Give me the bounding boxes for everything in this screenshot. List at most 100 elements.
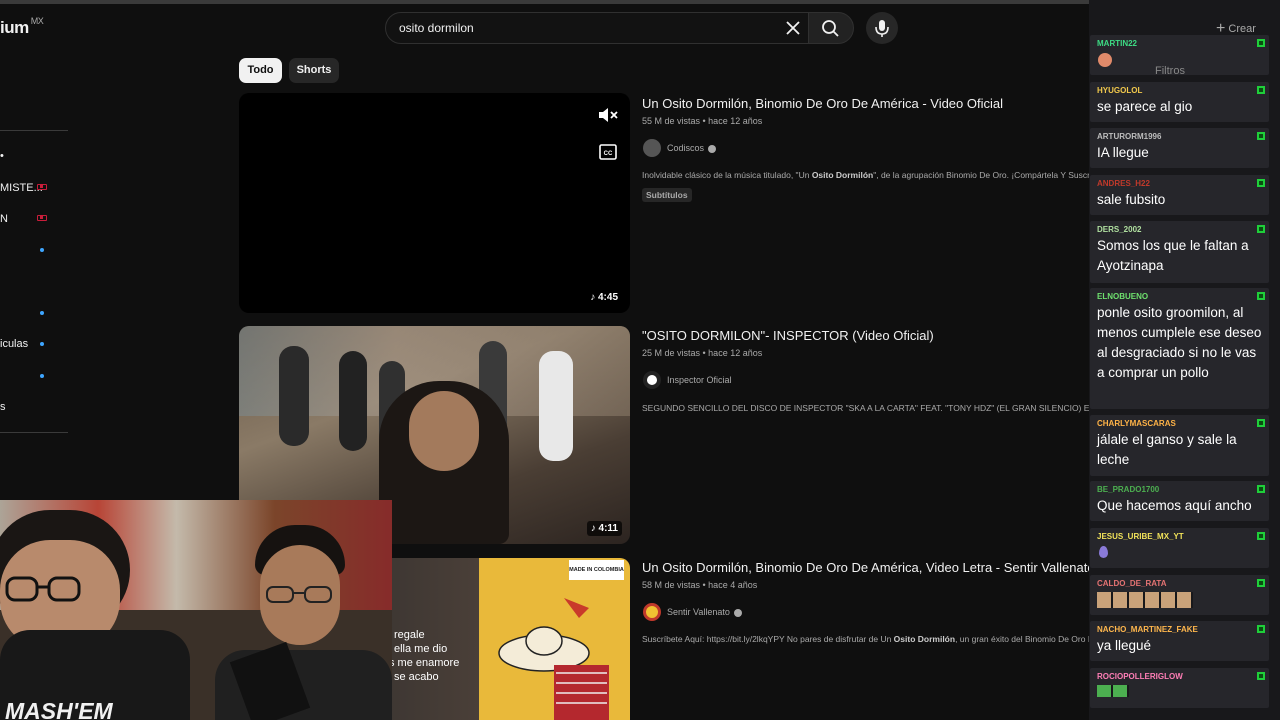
emote-row — [1097, 592, 1193, 608]
channel-name-2[interactable]: Inspector Oficial — [667, 375, 732, 385]
chat-message: ELNOBUENO ponle osito groomilon, al meno… — [1090, 288, 1269, 409]
chat-username: ROCIOPOLLERIGLOW — [1097, 672, 1183, 681]
sidebar-item-channel-3[interactable]: iculas — [0, 338, 28, 350]
video-meta-2: 25 M de vistas • hace 12 años — [642, 348, 763, 358]
channel-avatar[interactable] — [643, 139, 661, 157]
singer-face — [409, 391, 479, 471]
channel-name-1[interactable]: Codiscos — [667, 143, 717, 153]
video-meta-3: 58 M de vistas • hace 4 años — [642, 580, 758, 590]
chat-username: CHARLYMASCARAS — [1097, 419, 1176, 428]
new-content-dot — [40, 248, 44, 252]
chat-message: BE_PRADO1700 Que hacemos aquí ancho — [1090, 481, 1269, 521]
chat-username: ANDRES_H22 — [1097, 179, 1150, 188]
voice-search-button[interactable] — [866, 12, 898, 44]
chat-username: CALDO_DE_RATA — [1097, 579, 1167, 588]
video-description-2: SEGUNDO SENCILLO DEL DISCO DE INSPECTOR … — [642, 403, 1132, 413]
sidebar-divider — [0, 432, 68, 433]
glasses-icon — [266, 586, 332, 603]
chat-text: se parece al gio — [1097, 99, 1193, 114]
chat-message: ROCIOPOLLERIGLOW — [1090, 668, 1269, 708]
chat-message: HYUGOLOL se parece al gio — [1090, 82, 1269, 122]
search-button[interactable] — [808, 12, 854, 44]
chip-shorts[interactable]: Shorts — [289, 58, 339, 83]
video-duration: ♪ 4:45 — [586, 290, 622, 305]
chat-text: Somos los que le faltan a Ayotzinapa — [1097, 238, 1249, 273]
chat-username: JESUS_URIBE_MX_YT — [1097, 532, 1184, 541]
captions-icon[interactable]: CC — [599, 144, 617, 160]
video-title-1[interactable]: Un Osito Dormilón, Binomio De Oro De Amé… — [642, 96, 1003, 111]
webcam-overlay: MASH'EM — [0, 500, 392, 720]
video-description-3: Suscríbete Aquí: https://bit.ly/2lkqYPY … — [642, 634, 1109, 644]
live-icon — [37, 215, 47, 221]
chat-text: IA llegue — [1097, 145, 1149, 160]
channel-name-3[interactable]: Sentir Vallenato — [667, 607, 742, 617]
sidebar-item-channel-2[interactable]: N — [0, 213, 8, 225]
platform-icon — [1257, 225, 1265, 233]
mute-icon[interactable] — [597, 106, 619, 124]
platform-icon — [1257, 579, 1265, 587]
platform-icon — [1257, 179, 1265, 187]
video-description-1: Inolvidable clásico de la música titulad… — [642, 170, 1126, 180]
chat-text: ponle osito groomilon, al menos cumplele… — [1097, 305, 1262, 380]
chat-username: MARTIN22 — [1097, 39, 1138, 48]
verified-icon — [708, 144, 717, 153]
chat-message: CHARLYMASCARAS jálale el ganso y sale la… — [1090, 415, 1269, 476]
new-content-dot — [40, 311, 44, 315]
region-label: MX — [30, 16, 44, 26]
chat-message: JESUS_URIBE_MX_YT — [1090, 528, 1269, 568]
made-in-colombia-badge: MADE IN COLOMBIA — [569, 560, 624, 580]
svg-text:CC: CC — [604, 151, 613, 157]
platform-icon — [1257, 532, 1265, 540]
chat-text: sale fubsito — [1097, 192, 1166, 207]
search-query: osito dormilon — [399, 21, 474, 35]
chat-message: DERS_2002 Somos los que le faltan a Ayot… — [1090, 221, 1269, 283]
sombrero-accordion-art — [498, 598, 609, 720]
platform-icon — [1257, 672, 1265, 680]
search-input[interactable]: osito dormilon — [385, 12, 813, 44]
search-icon — [822, 20, 839, 37]
filters-label: Filtros — [1155, 65, 1185, 77]
emote-icon — [1098, 53, 1112, 67]
platform-icon — [1257, 419, 1265, 427]
subtitles-badge: Subtítulos — [642, 188, 692, 202]
youtube-logo[interactable]: ium MX — [0, 16, 44, 38]
video-title-3[interactable]: Un Osito Dormilón, Binomio De Oro De Amé… — [642, 560, 1095, 575]
chip-all[interactable]: Todo — [239, 58, 282, 83]
chat-message: CALDO_DE_RATA — [1090, 575, 1269, 615]
new-content-dot — [40, 374, 44, 378]
chat-username: BE_PRADO1700 — [1097, 485, 1160, 494]
platform-icon — [1257, 625, 1265, 633]
chat-username: DERS_2002 — [1097, 225, 1142, 234]
platform-icon — [1257, 132, 1265, 140]
video-thumbnail-1[interactable]: CC ♪ 4:45 — [239, 93, 630, 313]
chat-message: ANDRES_H22 sale fubsito — [1090, 175, 1269, 215]
chat-message: NACHO_MARTINEZ_FAKE ya llegué — [1090, 621, 1269, 661]
emote-icon — [1099, 546, 1108, 558]
channel-avatar[interactable] — [643, 371, 661, 389]
video-duration: ♪ 4:11 — [586, 521, 622, 536]
platform-icon — [1257, 86, 1265, 94]
verified-icon — [733, 608, 742, 617]
shirt-text: MASH'EM — [5, 698, 113, 720]
chat-text: jálale el ganso y sale la leche — [1097, 432, 1237, 467]
band-member-figure — [279, 346, 309, 446]
chat-username: ELNOBUENO — [1097, 292, 1149, 301]
channel-avatar[interactable] — [643, 603, 661, 621]
chat-message: ARTURORM1996 IA llegue — [1090, 128, 1269, 168]
chat-username: HYUGOLOL — [1097, 86, 1143, 95]
clear-search-icon[interactable] — [784, 19, 802, 37]
chat-username: ARTURORM1996 — [1097, 132, 1162, 141]
live-icon — [37, 184, 47, 190]
chat-text: Que hacemos aquí ancho — [1097, 498, 1252, 513]
video-title-2[interactable]: "OSITO DORMILON"- INSPECTOR (Video Ofici… — [642, 328, 934, 343]
sidebar-divider — [0, 130, 68, 131]
chat-username: NACHO_MARTINEZ_FAKE — [1097, 625, 1198, 634]
emote-row — [1097, 685, 1129, 697]
sidebar-item-dot[interactable]: • — [0, 150, 4, 162]
new-content-dot — [40, 342, 44, 346]
microphone-icon — [875, 20, 889, 37]
video-meta-1: 55 M de vistas • hace 12 años — [642, 116, 763, 126]
band-member-figure — [539, 351, 573, 461]
screen: ium MX • MISTE... N iculas s osito dormil… — [0, 0, 1280, 720]
sidebar-item-channel-4[interactable]: s — [0, 401, 6, 413]
